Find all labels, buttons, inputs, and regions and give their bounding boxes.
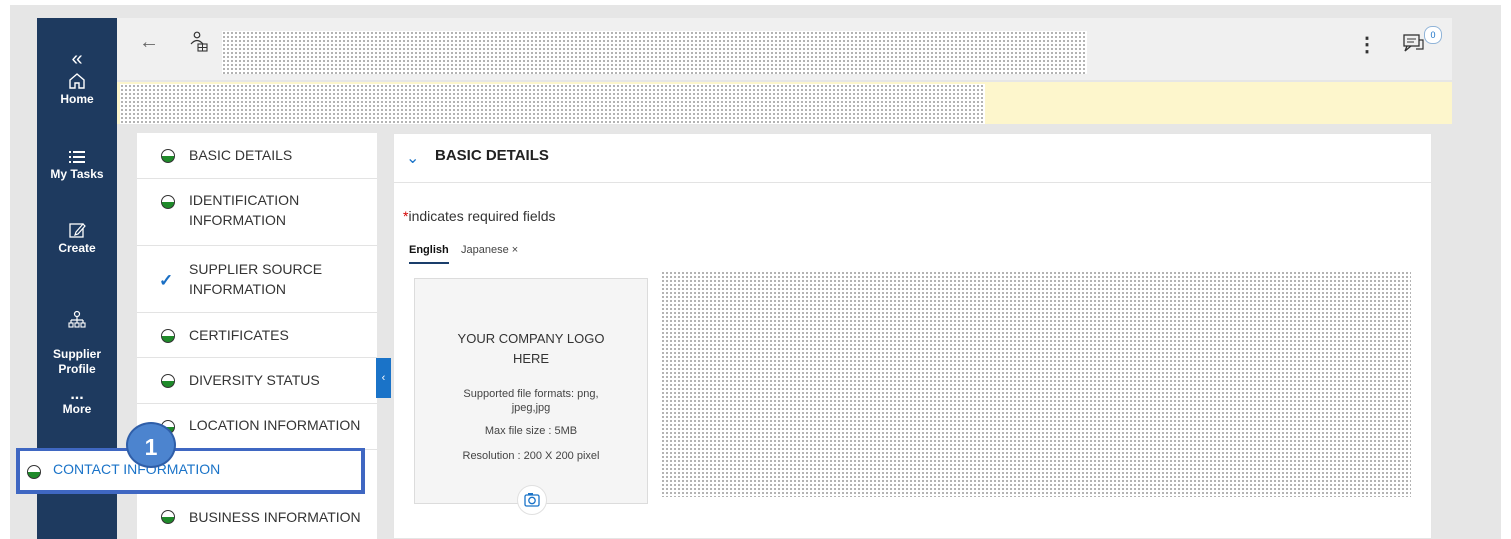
collapse-nav-button[interactable]: « (37, 48, 117, 71)
tab-japanese[interactable]: Japanese × (461, 244, 518, 256)
nav-item-label: My Tasks (50, 167, 104, 181)
required-note-text: indicates required fields (408, 208, 556, 224)
tab-english[interactable]: English (409, 244, 449, 264)
partial-status-icon (161, 149, 175, 163)
section-label: BASIC DETAILS (189, 147, 293, 163)
notification-badge[interactable]: 0 (1424, 26, 1442, 44)
logo-placeholder-title: YOUR COMPANY LOGO HERE (457, 331, 605, 366)
nav-item-my-tasks[interactable]: My Tasks (37, 149, 117, 181)
partial-status-icon (161, 374, 175, 388)
nav-item-more[interactable]: ... More (37, 386, 117, 417)
redacted-banner-text (120, 84, 985, 124)
logo-max-size: Max file size : 5MB (484, 425, 578, 437)
home-icon (69, 73, 85, 89)
section-item-supplier-source-information[interactable]: ✓ SUPPLIER SOURCE INFORMATION (137, 246, 377, 313)
section-item-business-information[interactable]: BUSINESS INFORMATION (137, 496, 377, 539)
required-note: *indicates required fields (403, 208, 556, 224)
info-banner (117, 82, 1452, 124)
nav-item-label: Home (60, 92, 94, 106)
upload-logo-button[interactable] (517, 485, 547, 515)
camera-icon (524, 493, 540, 507)
more-icon: ... (70, 386, 84, 403)
edit-icon (69, 223, 86, 238)
section-label: IDENTIFICATION INFORMATION (189, 192, 300, 228)
logo-resolution: Resolution : 200 X 200 pixel (462, 450, 600, 462)
partial-status-icon (161, 510, 175, 524)
redacted-title (222, 31, 1087, 74)
section-item-basic-details[interactable]: BASIC DETAILS (137, 133, 377, 179)
top-bar: ← ⋮ 0 (117, 18, 1452, 80)
section-label: LOCATION INFORMATION (189, 417, 361, 433)
nav-item-supplier-profile[interactable]: Supplier Profile (37, 295, 117, 377)
app-frame: « Home My Tasks Create Supplier Profile … (0, 0, 1511, 539)
partial-status-icon (27, 465, 41, 479)
section-label: DIVERSITY STATUS (189, 372, 320, 388)
nav-item-label: More (62, 402, 92, 416)
section-label: CERTIFICATES (189, 327, 289, 343)
section-label: BUSINESS INFORMATION (189, 509, 361, 525)
nav-item-label: Supplier Profile (52, 347, 101, 376)
collapse-sidebar-button[interactable]: ‹ (376, 358, 391, 398)
list-icon (69, 151, 85, 163)
org-chart-icon (68, 310, 86, 328)
redacted-form-fields (661, 271, 1411, 497)
panel-title: BASIC DETAILS (435, 147, 549, 164)
check-icon: ✓ (159, 271, 174, 290)
logo-upload-area[interactable]: YOUR COMPANY LOGO HERE Supported file fo… (414, 278, 648, 515)
chevron-down-icon[interactable]: ⌄ (406, 148, 419, 168)
section-item-certificates[interactable]: CERTIFICATES (137, 313, 377, 358)
section-item-contact-information[interactable]: CONTACT INFORMATION (20, 451, 361, 490)
logo-formats: Supported file formats: png, jpeg,jpg (463, 388, 599, 414)
chat-icon (1403, 34, 1424, 52)
basic-details-panel: ⌄ BASIC DETAILS *indicates required fiel… (393, 133, 1432, 539)
more-options-button[interactable]: ⋮ (1357, 32, 1377, 57)
org-chart-icon (190, 31, 208, 52)
back-button[interactable]: ← (139, 31, 159, 54)
nav-item-create[interactable]: Create (37, 221, 117, 255)
section-label: SUPPLIER SOURCE INFORMATION (189, 261, 323, 297)
partial-status-icon (161, 195, 175, 209)
nav-item-home[interactable]: Home (37, 72, 117, 106)
step-marker: 1 (126, 422, 176, 468)
section-item-identification-information[interactable]: IDENTIFICATION INFORMATION (137, 179, 377, 246)
section-item-diversity-status[interactable]: DIVERSITY STATUS (137, 358, 377, 404)
partial-status-icon (161, 329, 175, 343)
nav-item-label: Create (58, 241, 96, 255)
panel-header[interactable]: ⌄ BASIC DETAILS (394, 134, 1431, 183)
